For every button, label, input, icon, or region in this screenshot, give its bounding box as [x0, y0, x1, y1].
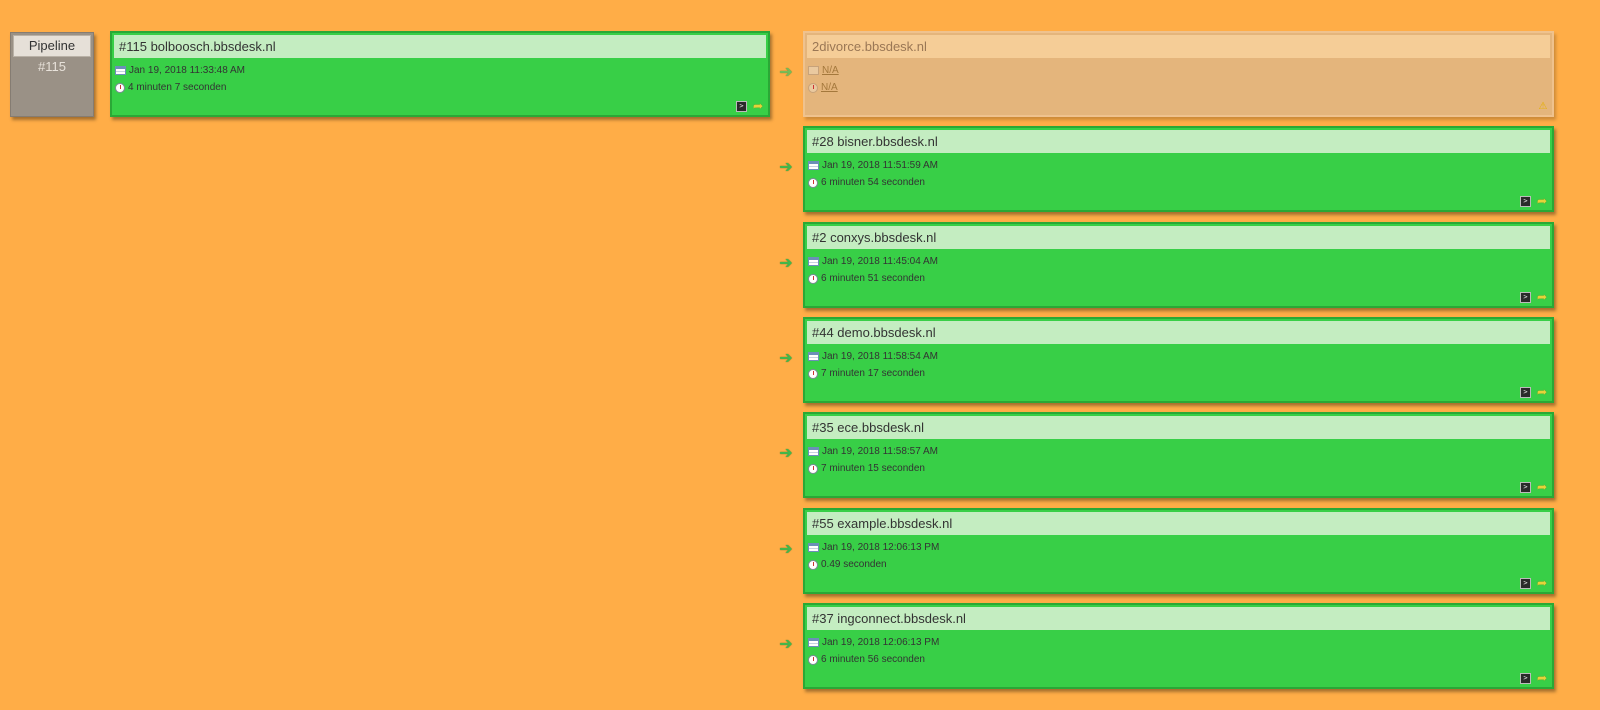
calendar-icon — [808, 161, 819, 170]
build-duration: 4 minuten 7 seconden — [128, 82, 227, 93]
console-icon[interactable]: > — [1520, 196, 1531, 207]
build-actions: > ➦ — [1520, 672, 1548, 684]
calendar-icon — [808, 638, 819, 647]
build-date-row: Jan 19, 2018 12:06:13 PM — [805, 634, 1552, 651]
arrow-right-icon: ➔ — [779, 157, 793, 176]
build-date: Jan 19, 2018 11:45:04 AM — [822, 256, 939, 267]
build-date: Jan 19, 2018 11:58:54 AM — [822, 351, 939, 362]
build-date[interactable]: N/A — [822, 62, 839, 79]
build-duration: 6 minuten 56 seconden — [821, 654, 925, 665]
root-build-card: #115 bolboosch.bbsdesk.nl Jan 19, 2018 1… — [110, 31, 770, 117]
build-duration-row: 6 minuten 54 seconden — [805, 174, 1552, 191]
calendar-icon — [808, 257, 819, 266]
build-date-row: Jan 19, 2018 12:06:13 PM — [805, 539, 1552, 556]
build-date: Jan 19, 2018 11:51:59 AM — [822, 160, 939, 171]
pipeline-label: Pipeline — [13, 35, 91, 57]
calendar-icon — [808, 352, 819, 361]
clock-icon — [808, 368, 818, 379]
rebuild-icon[interactable]: ➦ — [1536, 577, 1548, 589]
rebuild-icon[interactable]: ➦ — [1536, 672, 1548, 684]
build-actions: > ➦ — [1520, 577, 1548, 589]
build-actions: > ➦ — [736, 100, 764, 112]
rebuild-icon[interactable]: ➦ — [1536, 195, 1548, 207]
build-date-row: Jan 19, 2018 11:58:57 AM — [805, 443, 1552, 460]
downstream-build-card: 2divorce.bbsdesk.nl N/A N/A ⚠ — [803, 31, 1554, 117]
pipeline-box: Pipeline #115 — [10, 32, 94, 117]
build-duration-row: 0.49 seconden — [805, 556, 1552, 573]
build-actions: > ➦ — [1520, 195, 1548, 207]
arrow-right-icon: ➔ — [779, 348, 793, 367]
build-duration-row: 6 minuten 56 seconden — [805, 651, 1552, 668]
arrow-right-icon: ➔ — [779, 634, 793, 653]
downstream-build-card: #35 ece.bbsdesk.nl Jan 19, 2018 11:58:57 … — [803, 412, 1554, 498]
clock-icon — [808, 273, 818, 284]
build-title[interactable]: #37 ingconnect.bbsdesk.nl — [807, 607, 1550, 630]
build-date: Jan 19, 2018 11:33:48 AM — [129, 65, 246, 76]
clock-icon — [808, 463, 818, 474]
build-date-row: Jan 19, 2018 11:45:04 AM — [805, 253, 1552, 270]
build-duration-row: 7 minuten 17 seconden — [805, 365, 1552, 382]
build-title[interactable]: #2 conxys.bbsdesk.nl — [807, 226, 1550, 249]
clock-icon — [808, 559, 818, 570]
build-actions: > ➦ — [1520, 386, 1548, 398]
build-date: Jan 19, 2018 11:58:57 AM — [822, 446, 939, 457]
build-title[interactable]: #55 example.bbsdesk.nl — [807, 512, 1550, 535]
build-date-row: N/A — [805, 62, 1552, 79]
rebuild-icon[interactable]: ➦ — [1536, 481, 1548, 493]
build-title[interactable]: #115 bolboosch.bbsdesk.nl — [114, 35, 766, 58]
arrow-right-icon: ➔ — [779, 62, 793, 81]
downstream-build-card: #28 bisner.bbsdesk.nl Jan 19, 2018 11:51:… — [803, 126, 1554, 212]
clock-icon — [115, 82, 125, 93]
rebuild-icon[interactable]: ➦ — [1536, 386, 1548, 398]
build-date-row: Jan 19, 2018 11:58:54 AM — [805, 348, 1552, 365]
build-duration: 6 minuten 51 seconden — [821, 273, 925, 284]
clock-icon — [808, 82, 818, 93]
build-title[interactable]: 2divorce.bbsdesk.nl — [807, 35, 1550, 58]
build-actions: ⚠ — [1538, 102, 1548, 112]
build-date: Jan 19, 2018 12:06:13 PM — [822, 637, 940, 648]
clock-icon — [808, 177, 818, 188]
console-icon[interactable]: > — [736, 101, 747, 112]
calendar-icon — [808, 543, 819, 552]
build-duration-row: 7 minuten 15 seconden — [805, 460, 1552, 477]
rebuild-icon[interactable]: ➦ — [752, 100, 764, 112]
rebuild-icon[interactable]: ➦ — [1536, 291, 1548, 303]
console-icon[interactable]: > — [1520, 387, 1531, 398]
warning-icon: ⚠ — [1538, 101, 1548, 112]
downstream-build-card: #44 demo.bbsdesk.nl Jan 19, 2018 11:58:54… — [803, 317, 1554, 403]
build-date-row: Jan 19, 2018 11:33:48 AM — [112, 62, 768, 79]
console-icon[interactable]: > — [1520, 482, 1531, 493]
console-icon[interactable]: > — [1520, 578, 1531, 589]
build-title[interactable]: #35 ece.bbsdesk.nl — [807, 416, 1550, 439]
build-actions: > ➦ — [1520, 291, 1548, 303]
arrow-right-icon: ➔ — [779, 443, 793, 462]
arrow-right-icon: ➔ — [779, 253, 793, 272]
build-date-row: Jan 19, 2018 11:51:59 AM — [805, 157, 1552, 174]
calendar-icon — [808, 66, 819, 75]
build-actions: > ➦ — [1520, 481, 1548, 493]
pipeline-number: #115 — [38, 59, 66, 74]
build-title[interactable]: #44 demo.bbsdesk.nl — [807, 321, 1550, 344]
downstream-build-card: #2 conxys.bbsdesk.nl Jan 19, 2018 11:45:0… — [803, 222, 1554, 308]
build-duration: 7 minuten 17 seconden — [821, 368, 925, 379]
build-duration: 7 minuten 15 seconden — [821, 463, 925, 474]
console-icon[interactable]: > — [1520, 673, 1531, 684]
clock-icon — [808, 654, 818, 665]
build-title[interactable]: #28 bisner.bbsdesk.nl — [807, 130, 1550, 153]
build-date: Jan 19, 2018 12:06:13 PM — [822, 542, 940, 553]
build-duration-row: N/A — [805, 79, 1552, 96]
console-icon[interactable]: > — [1520, 292, 1531, 303]
build-duration: 0.49 seconden — [821, 559, 887, 570]
build-duration[interactable]: N/A — [821, 79, 838, 96]
build-duration-row: 6 minuten 51 seconden — [805, 270, 1552, 287]
build-duration-row: 4 minuten 7 seconden — [112, 79, 768, 96]
downstream-build-card: #37 ingconnect.bbsdesk.nl Jan 19, 2018 12… — [803, 603, 1554, 689]
calendar-icon — [808, 447, 819, 456]
arrow-right-icon: ➔ — [779, 539, 793, 558]
downstream-build-card: #55 example.bbsdesk.nl Jan 19, 2018 12:06… — [803, 508, 1554, 594]
build-duration: 6 minuten 54 seconden — [821, 177, 925, 188]
calendar-icon — [115, 66, 126, 75]
